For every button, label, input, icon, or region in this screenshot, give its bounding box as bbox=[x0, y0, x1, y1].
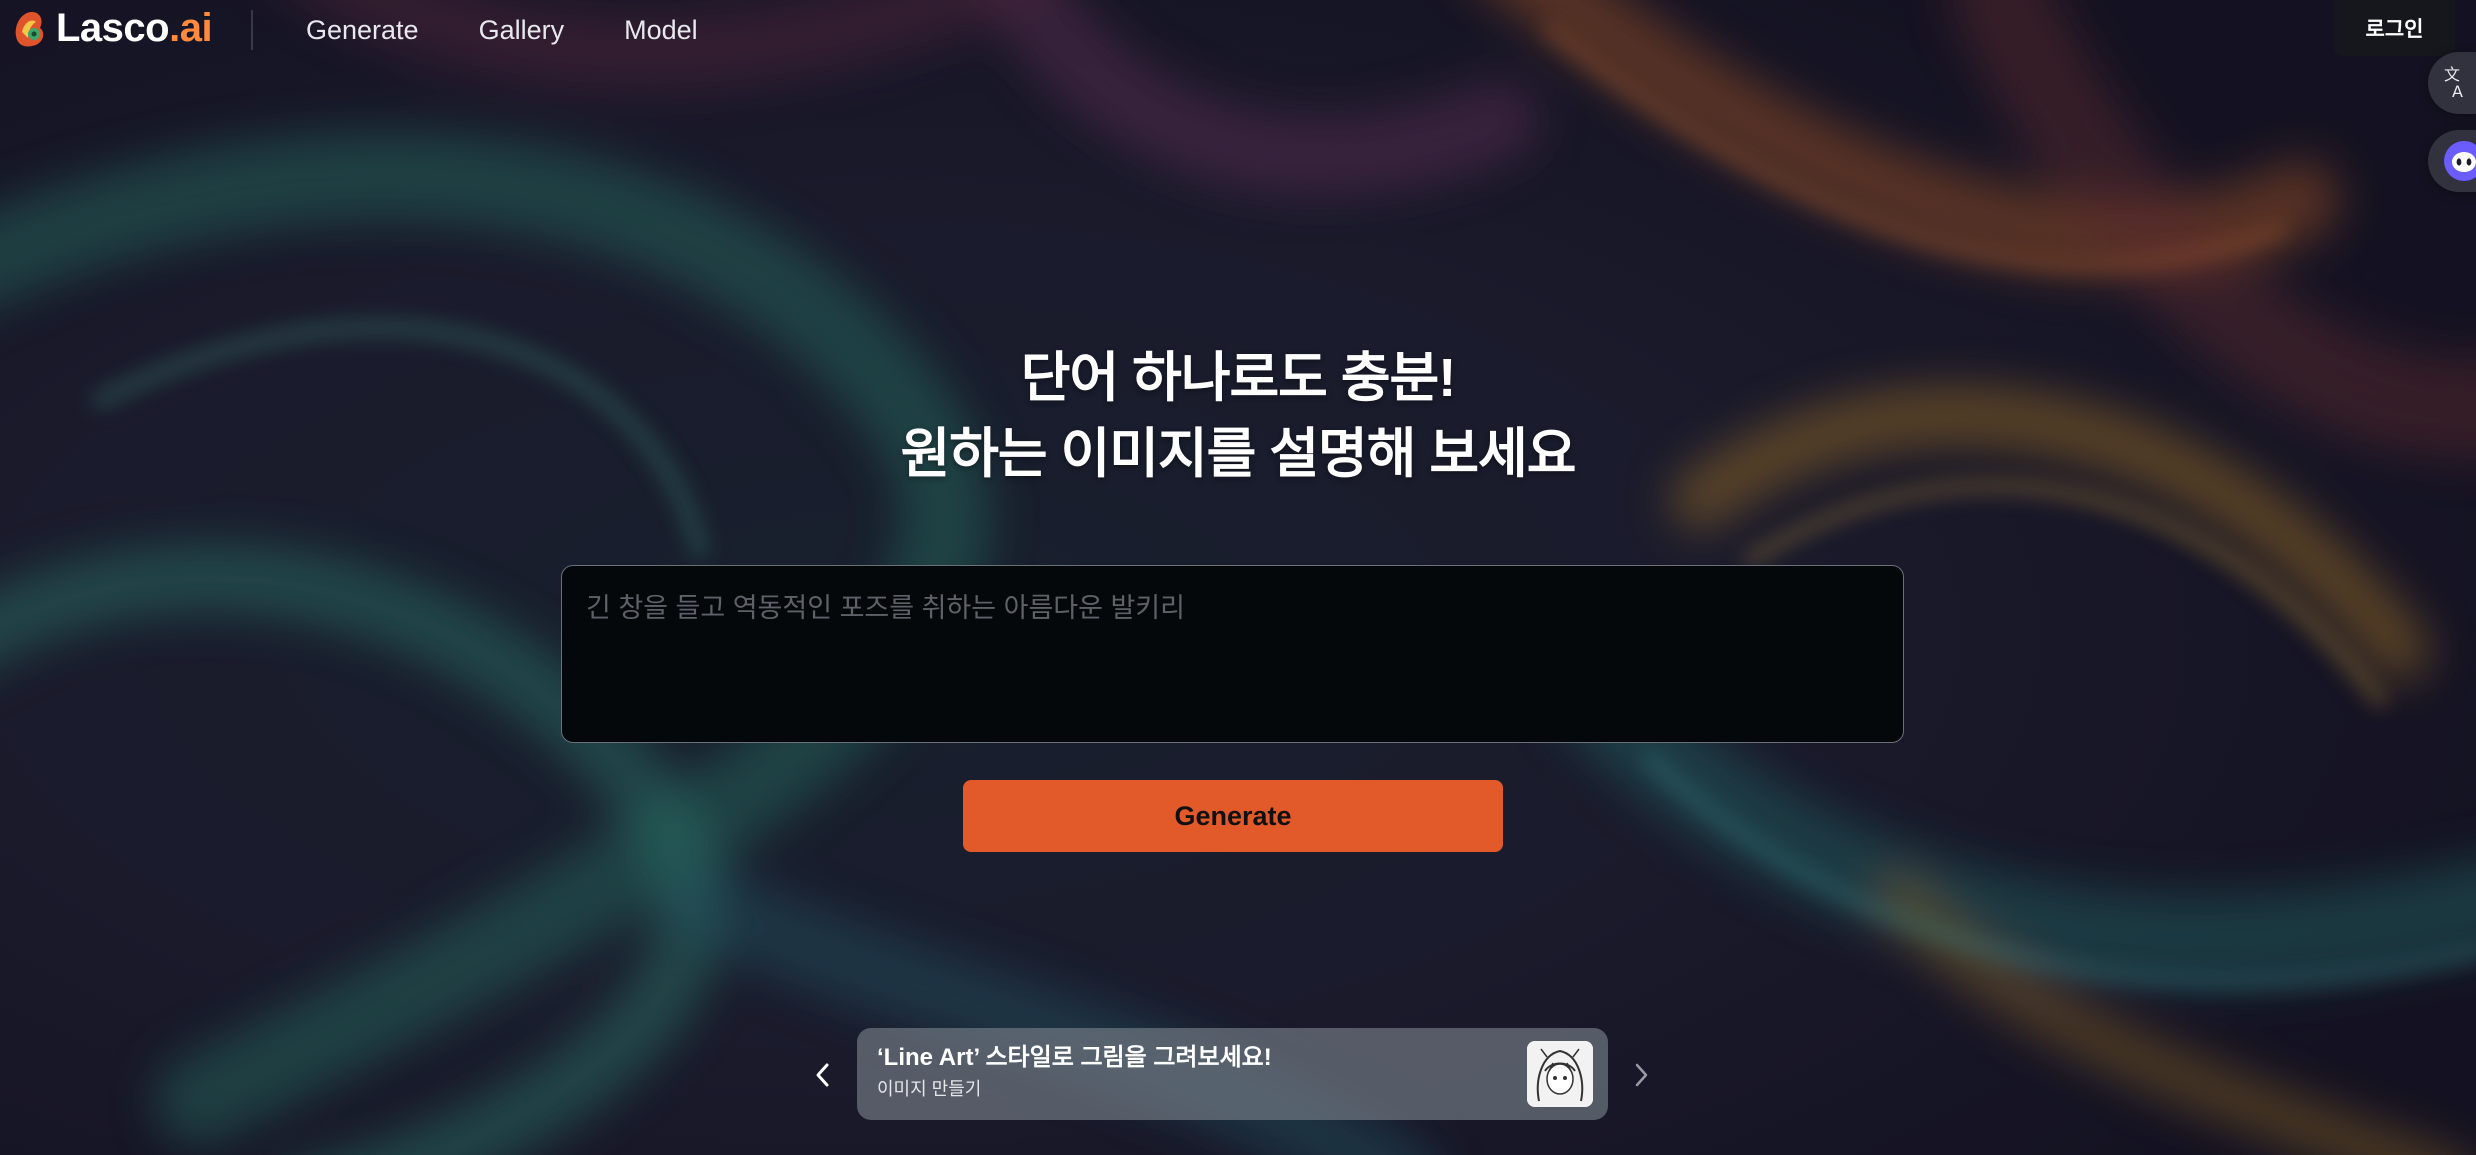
prompt-input[interactable] bbox=[562, 566, 1903, 742]
carousel-prev-button[interactable] bbox=[803, 1053, 843, 1097]
hero-line-1: 단어 하나로도 충분! bbox=[1020, 348, 1456, 408]
hero-heading: 단어 하나로도 충분! 원하는 이미지를 설명해 보세요 bbox=[0, 340, 2476, 492]
main-nav: Generate Gallery Model bbox=[306, 12, 698, 48]
chevron-left-icon bbox=[816, 1063, 829, 1087]
chat-bot-icon bbox=[2444, 141, 2476, 181]
prompt-box bbox=[561, 565, 1904, 743]
svg-text:A: A bbox=[2452, 82, 2463, 101]
nav-gallery[interactable]: Gallery bbox=[479, 12, 565, 48]
top-header: Lasco.ai Generate Gallery Model 로그인 bbox=[0, 0, 2476, 62]
line-art-girl-icon bbox=[1527, 1041, 1593, 1107]
translate-icon: 文 A bbox=[2444, 65, 2463, 101]
logo-text: Lasco.ai bbox=[56, 6, 213, 50]
nav-model[interactable]: Model bbox=[624, 12, 698, 48]
header-divider bbox=[251, 10, 253, 50]
lasco-logo-icon bbox=[15, 12, 44, 47]
logo[interactable]: Lasco.ai bbox=[10, 6, 213, 50]
promo-banner[interactable]: ‘Line Art’ 스타일로 그림을 그려보세요! 이미지 만들기 bbox=[857, 1028, 1608, 1120]
line-art-thumbnail bbox=[1527, 1041, 1593, 1107]
login-button[interactable]: 로그인 bbox=[2334, 0, 2455, 56]
nav-generate[interactable]: Generate bbox=[306, 12, 419, 48]
banner-subtitle: 이미지 만들기 bbox=[877, 1079, 982, 1099]
hero-line-2: 원하는 이미지를 설명해 보세요 bbox=[900, 424, 1577, 484]
generate-button[interactable]: Generate bbox=[963, 780, 1503, 852]
banner-title: ‘Line Art’ 스타일로 그림을 그려보세요! bbox=[877, 1044, 1272, 1071]
carousel-next-button[interactable] bbox=[1621, 1053, 1661, 1097]
chevron-right-icon bbox=[1635, 1063, 1648, 1087]
